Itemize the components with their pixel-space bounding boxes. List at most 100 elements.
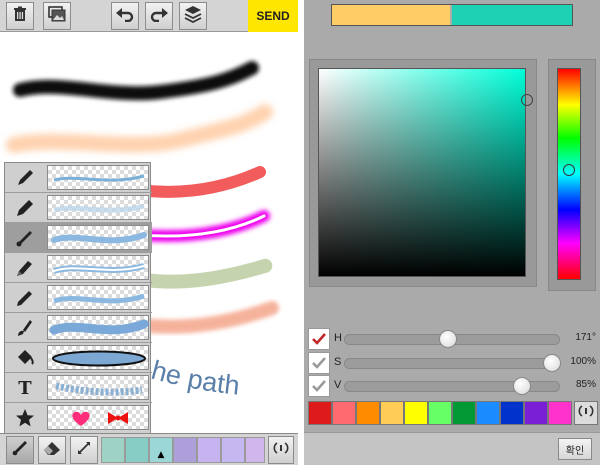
pencil-icon xyxy=(7,285,43,311)
stroke-salmon-texture xyxy=(133,301,279,334)
hue-frame xyxy=(548,59,596,291)
color-swatch[interactable] xyxy=(101,437,125,463)
delete-button[interactable] xyxy=(6,2,34,30)
selected-indicator-icon: ▲ xyxy=(157,450,165,460)
send-button[interactable]: SEND xyxy=(248,0,298,32)
brush-option-pencil[interactable] xyxy=(5,283,152,313)
hue-value: 171° xyxy=(575,332,596,343)
star-stamp-icon xyxy=(7,405,43,431)
palette-swatch[interactable] xyxy=(500,401,524,425)
color-picker-button[interactable] xyxy=(268,436,294,464)
brush-preview xyxy=(47,165,149,190)
stroke-red xyxy=(134,166,266,198)
color-palette xyxy=(308,401,598,427)
brush-preview xyxy=(47,195,149,220)
current-color-preview xyxy=(452,5,572,25)
gallery-icon xyxy=(48,6,66,26)
redo-button[interactable] xyxy=(145,2,173,30)
brush-preview xyxy=(47,405,149,430)
value-slider-row: V 85% xyxy=(306,375,598,397)
brush-option-text[interactable]: T xyxy=(5,373,152,403)
saturation-label: S xyxy=(334,356,342,368)
previous-color-preview[interactable] xyxy=(332,5,450,25)
brush-preview xyxy=(47,255,149,280)
saturation-value-marker[interactable] xyxy=(521,94,533,107)
hue-marker[interactable] xyxy=(563,163,575,176)
palette-swatch[interactable] xyxy=(356,401,380,425)
hue-label: H xyxy=(334,332,342,344)
color-swatch[interactable] xyxy=(221,437,245,463)
bottom-toolbar: ▲ xyxy=(0,433,298,465)
palette-swatch[interactable] xyxy=(452,401,476,425)
hue-checkbox[interactable] xyxy=(308,328,330,350)
eraser-tool-button[interactable] xyxy=(38,436,66,464)
saturation-slider-row: S 100% xyxy=(306,352,598,374)
saturation-track[interactable] xyxy=(344,354,561,372)
confirm-bar: 확인 xyxy=(304,432,600,465)
palette-rotate-icon xyxy=(273,440,289,460)
palette-swatch[interactable] xyxy=(524,401,548,425)
trash-icon xyxy=(12,6,28,26)
gallery-button[interactable] xyxy=(43,2,71,30)
brush-icon xyxy=(7,225,43,251)
undo-icon xyxy=(116,6,134,26)
brush-option-marker[interactable] xyxy=(5,193,152,223)
highlighter-icon xyxy=(7,255,43,281)
check-icon xyxy=(312,357,326,369)
value-value: 85% xyxy=(575,379,596,390)
color-swatch[interactable] xyxy=(197,437,221,463)
hue-track[interactable] xyxy=(344,330,560,348)
brush-picker-popup: T xyxy=(4,162,152,434)
value-checkbox[interactable] xyxy=(308,375,330,397)
paint-bucket-icon xyxy=(7,345,43,371)
palette-swatch[interactable] xyxy=(428,401,452,425)
hue-slider[interactable] xyxy=(557,68,581,280)
color-swatch[interactable] xyxy=(245,437,265,463)
color-swatch[interactable] xyxy=(173,437,197,463)
brush-tool-button[interactable] xyxy=(6,436,34,464)
resize-button[interactable] xyxy=(70,436,98,464)
palette-swatch[interactable] xyxy=(404,401,428,425)
top-toolbar: SEND xyxy=(0,0,298,32)
color-swatch[interactable] xyxy=(125,437,149,463)
palette-swatch[interactable] xyxy=(332,401,356,425)
text-path-label: he path xyxy=(148,355,241,401)
saturation-checkbox[interactable] xyxy=(308,352,330,374)
check-icon xyxy=(312,333,326,345)
brush-option-paint-bucket[interactable] xyxy=(5,343,152,373)
layers-button[interactable] xyxy=(179,2,207,30)
palette-swatch[interactable] xyxy=(380,401,404,425)
saturation-thumb[interactable] xyxy=(543,354,561,372)
paint-brush-icon xyxy=(7,315,43,341)
saturation-value-picker[interactable] xyxy=(318,68,533,277)
brush-preview xyxy=(47,315,149,340)
value-label: V xyxy=(334,379,342,391)
palette-swatch[interactable] xyxy=(548,401,572,425)
hue-slider-row: H 171° xyxy=(306,328,598,350)
heart-stamp-icon xyxy=(72,411,90,426)
color-swatch-current[interactable]: ▲ xyxy=(149,437,173,463)
brush-option-pen[interactable] xyxy=(5,163,152,193)
palette-rotate-icon xyxy=(578,403,594,423)
color-preview-strip xyxy=(331,4,573,26)
pen-icon xyxy=(7,165,43,191)
marker-icon xyxy=(7,195,43,221)
brush-option-paint-brush[interactable] xyxy=(5,313,152,343)
undo-button[interactable] xyxy=(111,2,139,30)
confirm-button[interactable]: 확인 xyxy=(558,438,592,460)
hue-thumb[interactable] xyxy=(439,330,458,348)
value-track[interactable] xyxy=(344,377,560,395)
brush-option-stamp[interactable] xyxy=(5,403,152,433)
brush-preview xyxy=(47,285,149,310)
layers-icon xyxy=(184,5,202,27)
value-thumb[interactable] xyxy=(513,377,532,395)
brush-option-highlighter[interactable] xyxy=(5,253,152,283)
saturation-value: 100% xyxy=(570,356,596,367)
palette-swatch[interactable] xyxy=(476,401,500,425)
palette-swatch[interactable] xyxy=(308,401,332,425)
check-icon xyxy=(312,380,326,392)
palette-options-button[interactable] xyxy=(574,401,598,425)
brush-option-brush[interactable] xyxy=(5,223,152,253)
stroke-black xyxy=(13,61,259,101)
stroke-green-spray xyxy=(138,258,275,289)
